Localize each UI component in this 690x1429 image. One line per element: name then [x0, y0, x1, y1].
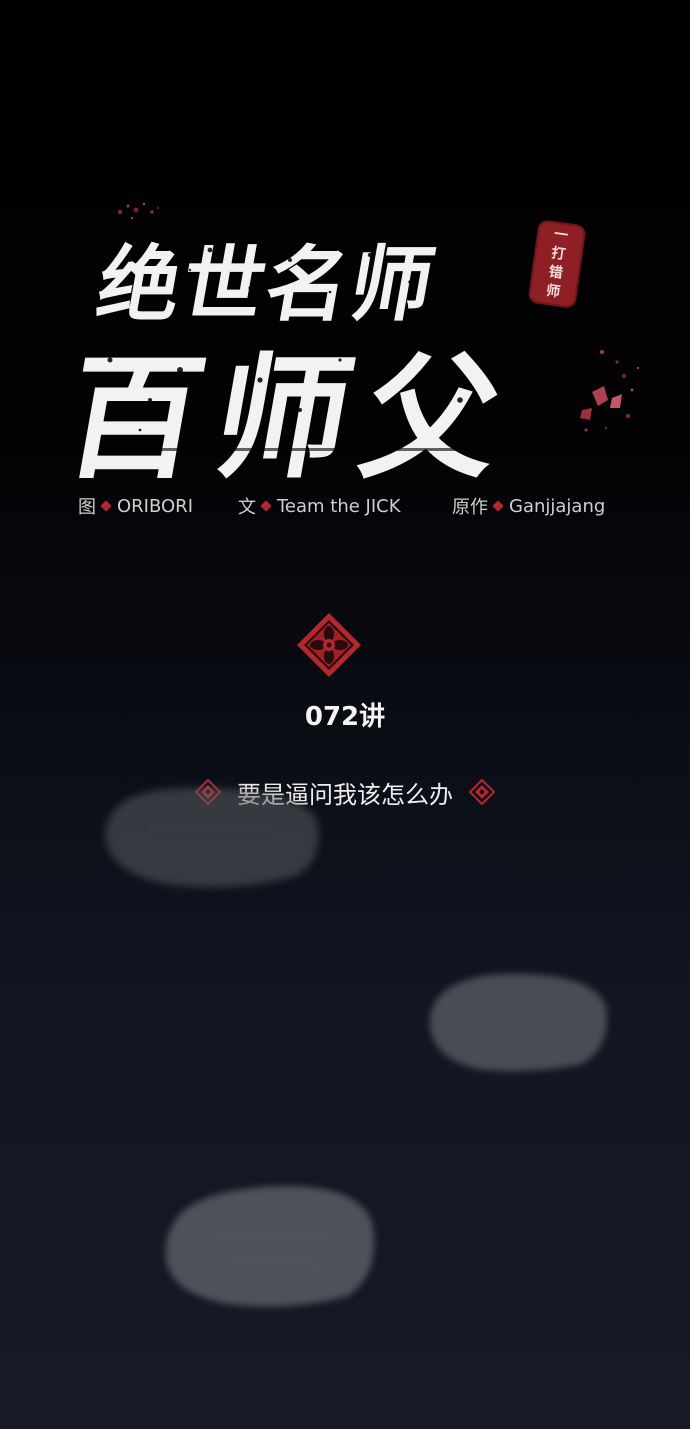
comic-title-page: 绝世名师 百师父 一 打 错 师 图 ORIBORI 文 Team the JI… — [0, 0, 690, 1429]
credit-story-name: Team the JICK — [277, 495, 401, 517]
credit-story-role: 文 — [238, 497, 256, 518]
speech-bubble-3 — [165, 1185, 375, 1307]
title-seal: 一 打 错 师 — [527, 219, 587, 309]
credit-original-name: Ganjjajang — [509, 495, 606, 517]
speech-bubble-1 — [105, 787, 319, 887]
credit-original-role: 原作 — [452, 497, 488, 518]
credit-art: 图 ORIBORI — [78, 493, 193, 519]
seal-char-2: 打 — [550, 245, 567, 263]
seal-char-3: 错 — [547, 264, 564, 282]
chapter-number: 072讲 — [304, 702, 386, 732]
red-diamond-icon — [100, 500, 112, 512]
red-diamond-ornament-icon — [469, 779, 495, 805]
red-diamond-icon — [492, 500, 504, 512]
title-line-2: 百师父 — [54, 341, 526, 497]
red-diamond-icon — [260, 500, 272, 512]
speech-bubble-2 — [429, 973, 607, 1072]
red-flower-emblem-icon — [297, 613, 361, 677]
credit-story: 文 Team the JICK — [238, 493, 401, 519]
seal-char-4: 师 — [545, 282, 562, 301]
credit-original: 原作 Ganjjajang — [452, 493, 605, 519]
credits-row: 图 ORIBORI 文 Team the JICK 原作 Ganjjajang — [0, 493, 690, 523]
credit-art-name: ORIBORI — [117, 495, 193, 517]
credit-art-role: 图 — [78, 497, 96, 518]
seal-char-1: 一 — [552, 226, 570, 245]
